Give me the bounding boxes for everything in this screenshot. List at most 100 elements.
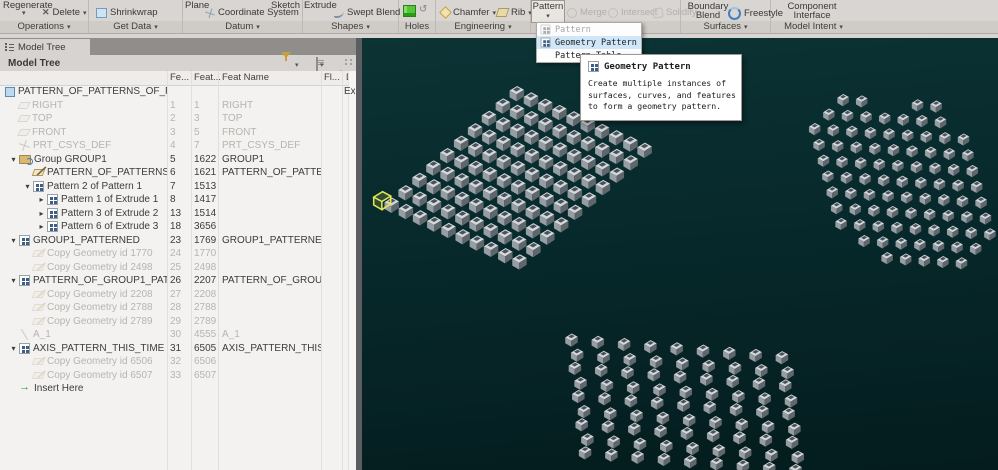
menu-item-geometry-pattern[interactable]: Geometry Pattern [537, 36, 641, 49]
pattern-grid-right-block [896, 175, 909, 188]
cosmetic-thread-button[interactable]: ↺ [419, 5, 427, 15]
cell-id: 4555 [194, 329, 217, 340]
tree-row[interactable]: ▾ AXIS_PATTERN_THIS_TIME 31 6505 AXIS_PATTER… [0, 342, 348, 356]
merge-button[interactable]: Merge [567, 7, 607, 18]
pattern-grid-right-block [984, 228, 996, 241]
pattern-icon [33, 180, 44, 192]
sketch-button[interactable]: Sketch [271, 0, 300, 11]
group-label-model-intent[interactable]: Model Intent ▾ [771, 21, 856, 33]
chevron-down-icon: ▾ [154, 24, 158, 31]
tree-row[interactable]: RIGHT 1 1 RIGHT [0, 99, 348, 113]
pattern-button[interactable]: Pattern ▾ [531, 0, 565, 23]
pattern-grid-bottom-block [684, 455, 697, 469]
tree-item-label: Copy Geometry id 2498 [47, 261, 153, 273]
tree-row[interactable]: ▸ Pattern 3 of Extrude 2 13 1514 [0, 207, 348, 221]
group-label-surfaces[interactable]: Surfaces ▾ [681, 21, 770, 33]
chevron-down-icon[interactable]: ▾ [295, 61, 299, 69]
column-feat: Feat... [194, 72, 221, 83]
pattern-grid-bottom-block [710, 457, 723, 470]
tree-row[interactable]: Copy Geometry id 2789 29 2789 [0, 315, 348, 329]
tree-row[interactable]: Copy Geometry id 2498 25 2498 [0, 261, 348, 275]
group-label-engineering[interactable]: Engineering ▾ [436, 21, 530, 33]
tree-row[interactable]: PRT_CSYS_DEF 4 7 PRT_CSYS_DEF [0, 139, 348, 153]
regenerate-dropdown[interactable]: ▾ [22, 9, 26, 17]
group-label-operations[interactable]: Operations ▾ [0, 21, 88, 33]
pattern-grid-right-block [830, 202, 843, 215]
pattern-icon [19, 275, 30, 287]
pattern-grid-left-block [483, 204, 498, 220]
pattern-grid-bottom-block [696, 344, 710, 358]
pattern-grid-right-block [877, 174, 890, 187]
tree-row[interactable]: Copy Geometry id 2208 27 2208 [0, 288, 348, 302]
tree-row[interactable]: ▾ PATTERN_OF_GROUP1_PATTERNED26 2207 PATTER… [0, 274, 348, 288]
chamfer-button[interactable]: Chamfer ▾ [439, 6, 496, 19]
copy-geom-icon [31, 250, 46, 258]
intersect-button[interactable]: Intersect [608, 7, 657, 18]
expand-arrow[interactable]: ▸ [36, 207, 47, 221]
group-label-datum[interactable]: Datum ▾ [183, 21, 302, 33]
tree-row[interactable]: TOP 2 3 TOP [0, 112, 348, 126]
boundary-blend-button[interactable]: Boundary Blend [686, 1, 730, 21]
expand-arrow[interactable]: ▸ [36, 220, 47, 234]
tree-row[interactable]: PATTERN_OF_PATTERNS 6 1621 PATTERN_OF_PATTE… [0, 166, 348, 180]
swept-blend-button[interactable]: Swept Blend [334, 7, 400, 18]
menu-item-pattern[interactable]: Pattern [537, 23, 641, 36]
collapse-arrow[interactable]: ▾ [22, 180, 33, 194]
hole-button[interactable] [403, 5, 416, 17]
pattern-grid-bottom-block [657, 452, 671, 467]
tree-row[interactable]: PATTERN_OF_PATTERNS_OF_PATTERNS.PRT Ex [0, 85, 355, 99]
ribbon-group-shapes: Extrude Swept Blend Shapes ▾ [303, 0, 400, 33]
tree-row[interactable]: Copy Geometry id 6506 32 6506 [0, 355, 348, 369]
pattern-grid-right-block [946, 225, 959, 238]
group-label-shapes[interactable]: Shapes ▾ [303, 21, 398, 33]
panel-resize-sash[interactable] [356, 38, 362, 470]
pattern-grid-right-block [883, 128, 895, 141]
pattern-grid-right-block [933, 178, 946, 191]
pattern-grid-left-block [609, 148, 624, 165]
tree-row[interactable]: Copy Geometry id 1770 24 1770 [0, 247, 348, 261]
shrinkwrap-button[interactable]: Shrinkwrap [96, 7, 158, 18]
collapse-arrow[interactable]: ▾ [8, 342, 19, 356]
pattern-icon [19, 234, 30, 246]
collapse-arrow[interactable]: ▾ [8, 274, 19, 288]
extrude-button[interactable]: Extrude [304, 0, 337, 11]
tree-row[interactable]: ▾ GROUP1_PATTERNED 23 1769 GROUP1_PATTERNED [0, 234, 348, 248]
pattern-grid-bottom-block [765, 448, 778, 462]
csys-icon [17, 139, 32, 153]
tree-row[interactable]: ▸ Pattern 6 of Extrude 3 18 3656 [0, 220, 348, 234]
ribbon-group-surfaces: Boundary Blend Freestyle Surfaces ▾ [681, 0, 783, 33]
pattern-grid-left-block [524, 129, 539, 146]
swept-blend-icon [334, 8, 344, 18]
tree-column-header: Fe... Feat... Feat Name Fl... D [0, 71, 356, 86]
merge-icon [567, 7, 577, 18]
expand-arrow[interactable]: ▸ [36, 193, 47, 207]
model-tree-tab[interactable]: Model Tree [0, 39, 90, 55]
collapse-arrow[interactable]: ▾ [8, 234, 19, 248]
collapse-arrow[interactable]: ▾ [8, 153, 19, 167]
tree-item-label: Copy Geometry id 6507 [47, 369, 153, 381]
pattern-grid-left-block [440, 147, 455, 164]
tree-scrollbar[interactable] [348, 71, 356, 470]
pattern-grid-bottom-block [654, 424, 667, 438]
delete-button[interactable]: ✕ Delete ▾ [42, 7, 87, 18]
cell-fe: 32 [170, 356, 182, 367]
group-label-get-data[interactable]: Get Data ▾ [89, 21, 182, 33]
insert-here-row[interactable]: Insert Here [0, 382, 348, 396]
tree-row[interactable]: A_1 30 4555 A_1 [0, 328, 348, 342]
tree-row[interactable]: Copy Geometry id 2788 28 2788 [0, 301, 348, 315]
copy-geom-icon [31, 317, 46, 325]
chevron-down-icon[interactable]: ▾ [320, 61, 324, 69]
component-interface-button[interactable]: Component Interface [779, 1, 845, 21]
pattern-grid-left-block [552, 104, 567, 121]
ribbon: Regenerate ▾ ✕ Delete ▾ Operations ▾ Shri… [0, 0, 998, 38]
tree-row[interactable]: Copy Geometry id 6507 33 6507 [0, 369, 348, 383]
tree-row[interactable]: ▾ Group GROUP1 5 1622 GROUP1 [0, 153, 348, 167]
rib-button[interactable]: Rib ▾ [495, 7, 532, 18]
tree-row[interactable]: ▸ Pattern 1 of Extrude 1 8 1417 [0, 193, 348, 207]
tree-row[interactable]: FRONT 3 5 FRONT [0, 126, 348, 140]
pattern-grid-bottom-block [723, 346, 736, 360]
cell-id: 7 [194, 140, 200, 151]
pattern-grid-left-block [453, 135, 469, 151]
tree-row[interactable]: ▾ Pattern 2 of Pattern 1 7 1513 [0, 180, 348, 194]
group-label-holes[interactable]: Holes [399, 21, 435, 33]
